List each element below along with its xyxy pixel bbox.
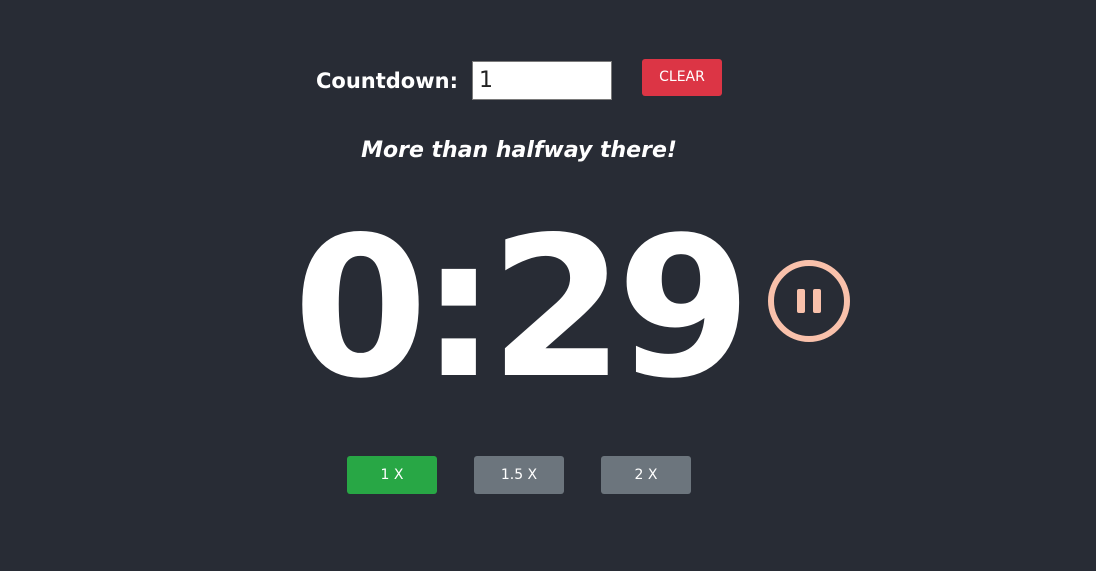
speed-1x-button[interactable]: 1 X	[347, 456, 437, 494]
status-message: More than halfway there!	[361, 138, 677, 163]
pause-icon	[768, 260, 850, 342]
pause-button[interactable]	[767, 259, 851, 343]
countdown-label: Countdown:	[316, 69, 458, 93]
clear-button[interactable]: CLEAR	[642, 59, 722, 96]
speed-1-5x-button[interactable]: 1.5 X	[474, 456, 564, 494]
speed-2x-button[interactable]: 2 X	[601, 456, 691, 494]
countdown-input[interactable]	[472, 61, 612, 100]
timer-display: 0:29	[293, 195, 752, 421]
